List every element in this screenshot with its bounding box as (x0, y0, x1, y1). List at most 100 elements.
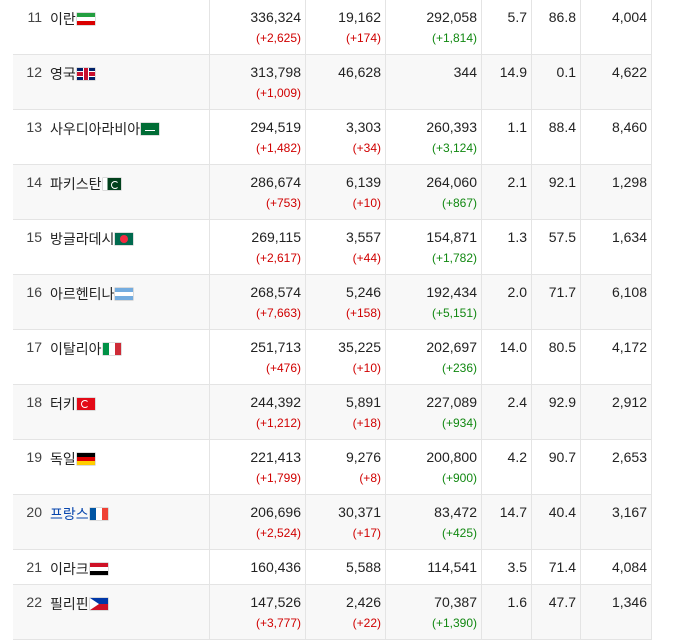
deaths-cell: 6,139 (+10) (306, 165, 386, 219)
country-cell: 필리핀 (50, 585, 210, 639)
last-cell: 2,653 (581, 440, 652, 494)
country-label: 사우디아라비아 (50, 121, 141, 137)
deaths-delta: (+174) (345, 31, 381, 45)
cases-delta: (+1,799) (255, 471, 301, 485)
recovered-delta: (+236) (441, 361, 477, 375)
rate-cell-1: 3.5 (482, 550, 532, 584)
country-link[interactable]: 프랑스 (50, 504, 108, 524)
recovered-cell: 192,434 (+5,151) (386, 275, 482, 329)
cases-delta: (+2,617) (255, 251, 301, 265)
recovered-delta: (+934) (441, 416, 477, 430)
last-value: 1,298 (611, 174, 647, 190)
rate-value-2: 88.4 (548, 119, 576, 135)
rank-cell: 18 (13, 385, 50, 439)
deaths-delta: (+22) (352, 616, 381, 630)
rate-cell-2: 80.5 (532, 330, 581, 384)
country-label: 독일 (50, 451, 76, 467)
cases-cell: 269,115 (+2,617) (210, 220, 306, 274)
rate-value-2: 80.5 (548, 339, 576, 355)
country-name: 터키 (50, 394, 95, 414)
uk-flag-icon (76, 68, 95, 80)
cases-cell: 294,519 (+1,482) (210, 110, 306, 164)
rank-number: 19 (26, 449, 42, 465)
rank-number: 22 (26, 594, 42, 610)
deaths-value: 9,276 (345, 449, 381, 465)
cases-value: 206,696 (250, 504, 301, 520)
philippines-flag-icon (89, 598, 108, 610)
recovered-cell: 114,541 (386, 550, 482, 584)
cases-cell: 221,413 (+1,799) (210, 440, 306, 494)
cases-value: 147,526 (250, 594, 301, 610)
country-name: 영국 (50, 64, 95, 84)
rank-cell: 15 (13, 220, 50, 274)
deaths-cell: 5,588 (306, 550, 386, 584)
country-label: 터키 (50, 396, 76, 412)
rate-cell-1: 5.7 (482, 0, 532, 54)
recovered-delta: (+1,814) (431, 31, 477, 45)
rate-value-2: 40.4 (548, 504, 576, 520)
rank-cell: 12 (13, 55, 50, 109)
recovered-value: 227,089 (426, 394, 477, 410)
cases-value: 244,392 (250, 394, 301, 410)
rank-number: 11 (27, 9, 42, 25)
table-row: 13 사우디아라비아 294,519 (+1,482) 3,303 (+34) … (13, 110, 652, 165)
rank-cell: 19 (13, 440, 50, 494)
country-cell: 방글라데시 (50, 220, 210, 274)
deaths-value: 35,225 (338, 339, 381, 355)
country-name: 사우디아라비아 (50, 119, 160, 139)
table-row: 15 방글라데시 269,115 (+2,617) 3,557 (+44) 15… (13, 220, 652, 275)
recovered-delta: (+1,390) (431, 616, 477, 630)
rate-cell-1: 1.6 (482, 585, 532, 639)
rate-cell-2: 0.1 (532, 55, 581, 109)
recovered-cell: 344 (386, 55, 482, 109)
cases-cell: 251,713 (+476) (210, 330, 306, 384)
rate-cell-2: 92.1 (532, 165, 581, 219)
last-value: 4,172 (611, 339, 647, 355)
deaths-delta: (+34) (352, 141, 381, 155)
last-cell: 4,004 (581, 0, 652, 54)
cases-value: 268,574 (250, 284, 301, 300)
rank-number: 17 (26, 339, 42, 355)
rate-value-1: 5.7 (507, 9, 527, 25)
cases-cell: 336,324 (+2,625) (210, 0, 306, 54)
rank-number: 15 (26, 229, 42, 245)
rate-cell-2: 88.4 (532, 110, 581, 164)
cases-delta: (+7,663) (255, 306, 301, 320)
turkey-flag-icon (76, 398, 95, 410)
cases-delta: (+476) (265, 361, 301, 375)
cases-cell: 206,696 (+2,524) (210, 495, 306, 549)
recovered-value: 154,871 (426, 229, 477, 245)
rate-cell-1: 14.0 (482, 330, 532, 384)
cases-cell: 268,574 (+7,663) (210, 275, 306, 329)
rate-value-1: 14.0 (499, 339, 527, 355)
rate-cell-1: 2.1 (482, 165, 532, 219)
country-name: 아르헨티나 (50, 284, 134, 304)
cases-value: 294,519 (250, 119, 301, 135)
deaths-cell: 5,891 (+18) (306, 385, 386, 439)
rate-value-2: 92.1 (548, 174, 576, 190)
country-name: 필리핀 (50, 594, 108, 614)
rate-value-2: 71.4 (548, 559, 576, 575)
cases-value: 221,413 (250, 449, 301, 465)
recovered-value: 292,058 (426, 9, 477, 25)
rate-cell-1: 2.0 (482, 275, 532, 329)
country-cell[interactable]: 프랑스 (50, 495, 210, 549)
deaths-value: 5,891 (345, 394, 381, 410)
cases-value: 251,713 (250, 339, 301, 355)
rate-value-1: 4.2 (507, 449, 527, 465)
recovered-value: 70,387 (434, 594, 477, 610)
recovered-cell: 202,697 (+236) (386, 330, 482, 384)
recovered-value: 192,434 (426, 284, 477, 300)
deaths-cell: 35,225 (+10) (306, 330, 386, 384)
country-cell: 영국 (50, 55, 210, 109)
country-label: 프랑스 (50, 506, 89, 522)
cases-delta: (+753) (265, 196, 301, 210)
table-row: 17 이탈리아 251,713 (+476) 35,225 (+10) 202,… (13, 330, 652, 385)
rank-number: 20 (26, 504, 42, 520)
bangladesh-flag-icon (115, 233, 134, 245)
last-cell: 2,912 (581, 385, 652, 439)
statistics-table: 11 이란 336,324 (+2,625) 19,162 (+174) 292… (13, 0, 652, 640)
country-label: 파키스탄 (50, 176, 102, 192)
last-cell: 3,167 (581, 495, 652, 549)
table-row: 21 이라크 160,436 5,588 114,541 3.5 71.4 4,… (13, 550, 652, 585)
